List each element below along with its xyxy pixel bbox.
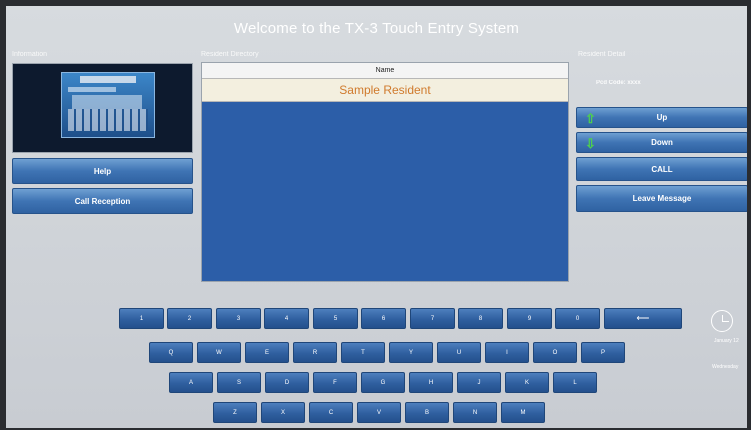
key-t[interactable]: T: [341, 342, 385, 363]
key-6[interactable]: 6: [361, 308, 406, 329]
key-e[interactable]: E: [245, 342, 289, 363]
key-7[interactable]: 7: [410, 308, 455, 329]
backspace-key[interactable]: ⟵: [604, 308, 682, 329]
key-n[interactable]: N: [453, 402, 497, 423]
key-x[interactable]: X: [261, 402, 305, 423]
key-2[interactable]: 2: [167, 308, 212, 329]
resident-code-label: Pcd Code: xxxx: [596, 80, 641, 86]
touch-entry-screen: Welcome to the TX-3 Touch Entry System I…: [6, 6, 747, 428]
key-p[interactable]: P: [581, 342, 625, 363]
key-r[interactable]: R: [293, 342, 337, 363]
column-header-name: Name: [202, 63, 568, 79]
entry-panel-graphic: [61, 72, 155, 138]
leave-message-button[interactable]: Leave Message: [576, 185, 747, 212]
directory-label: Resident Directory: [201, 51, 259, 58]
page-title: Welcome to the TX-3 Touch Entry System: [233, 20, 520, 37]
key-3[interactable]: 3: [216, 308, 261, 329]
key-c[interactable]: C: [309, 402, 353, 423]
list-item[interactable]: Sample Resident: [202, 79, 568, 102]
backspace-icon: ⟵: [636, 313, 650, 323]
key-z[interactable]: Z: [213, 402, 257, 423]
arrow-up-icon: ⇧: [585, 111, 596, 126]
day-label: Wednesday: [712, 364, 739, 370]
key-w[interactable]: W: [197, 342, 241, 363]
key-a[interactable]: A: [169, 372, 213, 393]
key-f[interactable]: F: [313, 372, 357, 393]
key-l[interactable]: L: [553, 372, 597, 393]
key-q[interactable]: Q: [149, 342, 193, 363]
key-0[interactable]: 0: [555, 308, 600, 329]
key-h[interactable]: H: [409, 372, 453, 393]
key-k[interactable]: K: [505, 372, 549, 393]
key-y[interactable]: Y: [389, 342, 433, 363]
key-9[interactable]: 9: [507, 308, 552, 329]
key-g[interactable]: G: [361, 372, 405, 393]
call-button[interactable]: CALL: [576, 157, 747, 181]
key-8[interactable]: 8: [458, 308, 503, 329]
key-d[interactable]: D: [265, 372, 309, 393]
detail-label: Resident Detail: [578, 51, 626, 58]
key-b[interactable]: B: [405, 402, 449, 423]
help-button[interactable]: Help: [12, 158, 193, 184]
key-1[interactable]: 1: [119, 308, 164, 329]
clock-icon: [711, 310, 733, 332]
key-i[interactable]: I: [485, 342, 529, 363]
information-label: Information: [12, 51, 48, 58]
key-u[interactable]: U: [437, 342, 481, 363]
key-5[interactable]: 5: [313, 308, 358, 329]
down-button[interactable]: ⇩ Down: [576, 132, 747, 153]
key-v[interactable]: V: [357, 402, 401, 423]
arrow-down-icon: ⇩: [585, 136, 596, 151]
down-label: Down: [651, 138, 673, 147]
key-4[interactable]: 4: [264, 308, 309, 329]
call-reception-button[interactable]: Call Reception: [12, 188, 193, 214]
up-button[interactable]: ⇧ Up: [576, 107, 747, 128]
key-j[interactable]: J: [457, 372, 501, 393]
resident-directory: Name Sample Resident: [201, 62, 569, 282]
key-o[interactable]: O: [533, 342, 577, 363]
key-m[interactable]: M: [501, 402, 545, 423]
key-s[interactable]: S: [217, 372, 261, 393]
information-image: [12, 63, 193, 153]
date-label: January 12: [714, 338, 739, 344]
up-label: Up: [656, 113, 668, 122]
